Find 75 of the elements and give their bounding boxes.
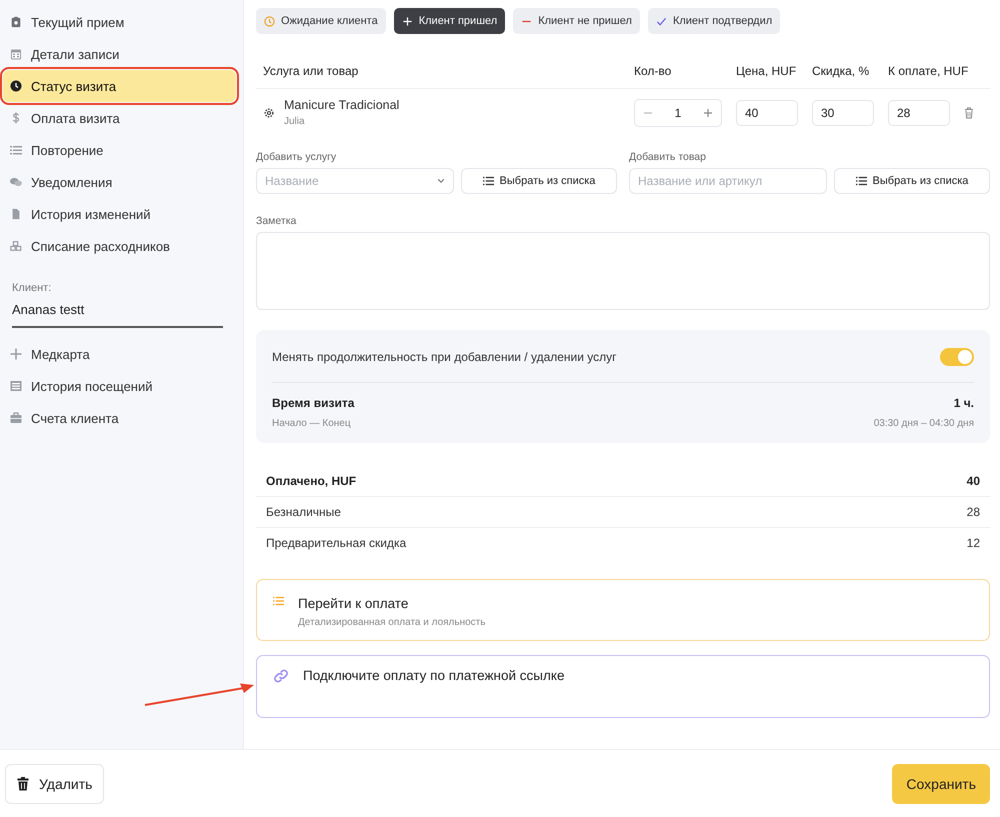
list-icon bbox=[856, 176, 867, 186]
sidebar-item[interactable]: Медкарта bbox=[3, 338, 236, 370]
quantity-stepper[interactable]: 1 bbox=[634, 98, 722, 126]
toggle-switch[interactable] bbox=[940, 348, 974, 366]
document-icon bbox=[10, 208, 22, 220]
check-icon bbox=[656, 16, 667, 26]
discount-field[interactable]: 30 bbox=[812, 100, 874, 126]
client-label: Клиент: bbox=[12, 282, 52, 294]
sidebar-item[interactable]: Оплата визита bbox=[3, 102, 236, 134]
status-button[interactable]: Клиент подтвердил bbox=[648, 8, 780, 34]
sidebar-item[interactable]: Повторение bbox=[3, 134, 236, 166]
client-field[interactable]: Ananas testt bbox=[12, 302, 223, 328]
range-value: 03:30 дня – 04:30 дня bbox=[874, 418, 974, 429]
staff-name: Julia bbox=[284, 116, 306, 127]
sidebar-item[interactable]: Статус визита bbox=[3, 70, 236, 102]
sidebar-item[interactable]: История изменений bbox=[3, 198, 236, 230]
sidebar-item[interactable]: Текущий прием bbox=[3, 6, 236, 38]
quantity-value: 1 bbox=[674, 106, 682, 120]
briefcase-icon bbox=[10, 412, 22, 424]
status-button[interactable]: Клиент не пришел bbox=[513, 8, 640, 34]
column-header: Цена, HUF bbox=[736, 64, 796, 78]
pick-from-list-button[interactable]: Выбрать из списка bbox=[834, 168, 990, 194]
pick-from-list-button[interactable]: Выбрать из списка bbox=[461, 168, 617, 194]
column-header: Скидка, % bbox=[812, 64, 870, 78]
trash-icon[interactable] bbox=[964, 106, 974, 118]
go-to-payment-card[interactable]: Перейти к оплате Детализированная оплата и лояльность bbox=[256, 579, 990, 641]
summary-label: Оплачено, HUF bbox=[266, 474, 356, 488]
sidebar-item[interactable]: Счета клиента bbox=[3, 402, 236, 434]
field-label: Заметка bbox=[256, 215, 298, 227]
column-header: Кол-во bbox=[634, 64, 672, 78]
list-icon bbox=[10, 144, 22, 156]
plus-icon bbox=[10, 348, 22, 360]
field-label: Добавить товар bbox=[629, 151, 707, 163]
settings-icon[interactable] bbox=[263, 106, 275, 118]
save-button[interactable]: Сохранить bbox=[892, 764, 990, 804]
delete-button[interactable]: Удалить bbox=[5, 764, 104, 804]
table-icon bbox=[10, 380, 22, 392]
service-input[interactable]: Название bbox=[257, 169, 437, 193]
service-name: Manicure Tradicional bbox=[284, 98, 400, 112]
trash-icon bbox=[17, 776, 29, 790]
status-button[interactable]: Клиент пришел bbox=[394, 8, 506, 34]
service-select[interactable]: Название bbox=[256, 168, 454, 194]
link-icon bbox=[273, 668, 289, 684]
visit-time-label: Время визита bbox=[272, 396, 354, 410]
column-header: К оплате, HUF bbox=[888, 64, 968, 78]
visit-time-value: 1 ч. bbox=[954, 396, 974, 410]
sidebar-item[interactable]: Списание расходников bbox=[3, 230, 236, 262]
status-button[interactable]: Ожидание клиента bbox=[256, 8, 386, 34]
summary-label: Безналичные bbox=[266, 505, 341, 519]
toggle-label: Менять продолжительность при добавлении / удалении услуг bbox=[272, 350, 617, 364]
summary-value: 12 bbox=[966, 536, 980, 550]
summary-label: Предварительная скидка bbox=[266, 536, 406, 550]
sidebar-item[interactable]: Уведомления bbox=[3, 166, 236, 198]
range-label: Начало — Конец bbox=[272, 418, 351, 429]
clock-icon bbox=[264, 16, 275, 26]
chat-icon bbox=[10, 176, 22, 188]
plus-icon[interactable] bbox=[703, 108, 713, 118]
total-field[interactable]: 28 bbox=[888, 100, 950, 126]
clock-icon bbox=[10, 80, 22, 92]
dollar-icon bbox=[10, 112, 22, 124]
sidebar-item[interactable]: История посещений bbox=[3, 370, 236, 402]
chevron-down-icon bbox=[437, 178, 445, 184]
field-label: Добавить услугу bbox=[256, 151, 338, 163]
price-field[interactable]: 40 bbox=[736, 100, 798, 126]
summary-value: 40 bbox=[966, 474, 980, 488]
list-icon bbox=[482, 176, 494, 186]
cubes-icon bbox=[10, 240, 22, 252]
note-field[interactable] bbox=[256, 232, 990, 310]
summary-value: 28 bbox=[966, 505, 980, 519]
clipboard-icon bbox=[10, 16, 22, 28]
payment-link-card[interactable]: Подключите оплату по платежной ссылке bbox=[256, 655, 990, 718]
list-icon bbox=[273, 596, 284, 606]
column-header: Услуга или товар bbox=[263, 64, 358, 78]
plus-icon bbox=[402, 16, 413, 26]
calendar-icon bbox=[10, 48, 22, 60]
